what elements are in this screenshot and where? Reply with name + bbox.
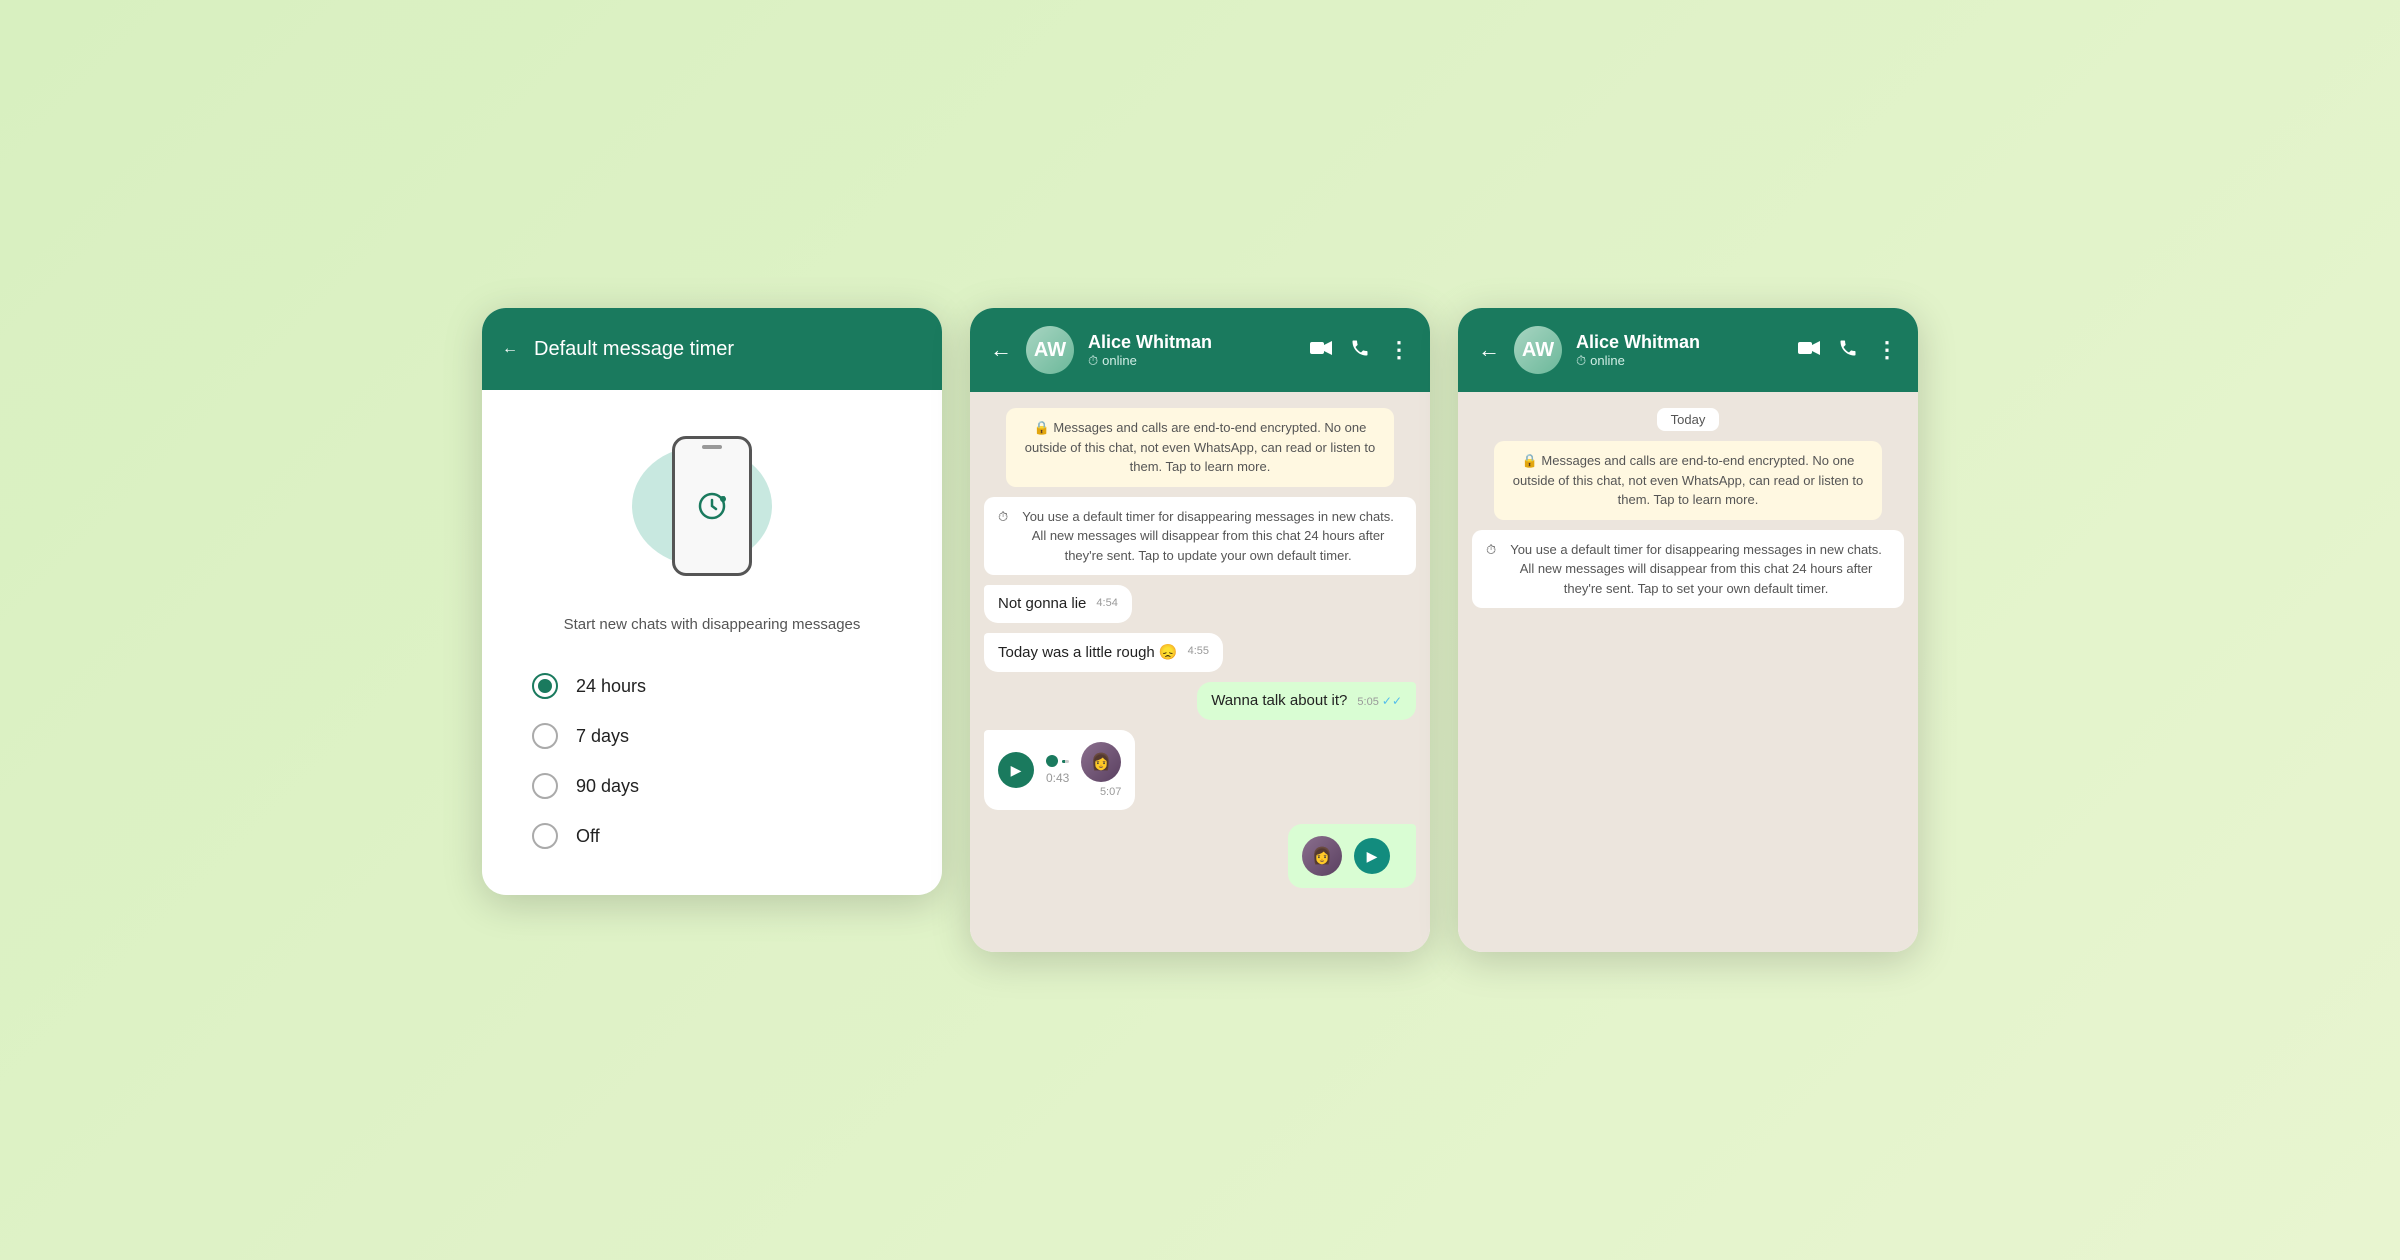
voice-avatar-image-1: 👩 (1081, 742, 1121, 782)
message-2-text: Today was a little rough 😞 (998, 644, 1178, 661)
disappear-notice-text-2: You use a default timer for disappearing… (1502, 540, 1890, 599)
timer-title: Default message timer (534, 338, 734, 361)
more-options-button-1[interactable]: ⋮ (1388, 339, 1410, 361)
option-7d-label: 7 days (576, 726, 629, 747)
message-2: Today was a little rough 😞 4:55 (984, 633, 1223, 672)
illustration-phone (672, 436, 752, 576)
avatar-placeholder-1: AW (1026, 326, 1074, 374)
timer-status-icon-1: ⏱ (1088, 353, 1098, 369)
timer-settings-screen: ← Default message timer Start new chats … (482, 308, 942, 895)
radio-off[interactable] (532, 823, 558, 849)
chat2-back-button[interactable]: ← (1478, 337, 1500, 363)
option-24h[interactable]: 24 hours (532, 673, 892, 699)
contact-info-1[interactable]: Alice Whitman ⏱ online (1088, 332, 1296, 369)
contact-name-2: Alice Whitman (1576, 332, 1784, 353)
option-off-label: Off (576, 826, 600, 847)
timer-clock-icon (696, 490, 728, 522)
more-options-button-2[interactable]: ⋮ (1876, 337, 1898, 363)
option-off[interactable]: Off (532, 823, 892, 849)
chat-header-1: ← AW Alice Whitman ⏱ online ⋮ (970, 308, 1430, 392)
radio-24h[interactable] (532, 673, 558, 699)
radio-7d[interactable] (532, 723, 558, 749)
voice-play-button-2[interactable]: ▶ (1354, 838, 1390, 874)
option-90d-label: 90 days (576, 776, 639, 797)
contact-status-2: ⏱ online (1576, 353, 1784, 369)
option-7d[interactable]: 7 days (532, 723, 892, 749)
status-text-2: online (1590, 353, 1625, 368)
contact-status-1: ⏱ online (1088, 353, 1296, 369)
video-call-button-2[interactable] (1798, 340, 1820, 361)
option-24h-label: 24 hours (576, 676, 646, 697)
disappear-notice-2[interactable]: ⏱ You use a default timer for disappeari… (1472, 530, 1904, 609)
timer-status-icon-2: ⏱ (1576, 353, 1586, 369)
voice-message-1[interactable]: ▶ 0:43 👩 5:07 (984, 730, 1135, 810)
timer-notice-icon-1: ⏱ (998, 507, 1008, 527)
message-3-time: 5:05 ✓✓ (1357, 694, 1402, 708)
waveform-container-1 (1046, 755, 1069, 767)
contact-info-2[interactable]: Alice Whitman ⏱ online (1576, 332, 1784, 369)
contact-name-1: Alice Whitman (1088, 332, 1296, 353)
timer-subtitle: Start new chats with disappearing messag… (564, 616, 861, 633)
video-call-button-1[interactable] (1310, 340, 1332, 361)
back-button[interactable]: ← (502, 340, 518, 358)
message-1-time: 4:54 (1096, 597, 1117, 609)
voice-avatar-2: 👩 (1302, 836, 1342, 876)
voice-avatar-image-2: 👩 (1302, 836, 1342, 876)
voice-time-1: 5:07 (1100, 786, 1121, 798)
message-2-time: 4:55 (1188, 645, 1209, 657)
message-1-text: Not gonna lie (998, 595, 1086, 612)
timer-illustration (622, 426, 802, 586)
contact-avatar-1[interactable]: AW (1026, 326, 1074, 374)
chat-body-1: 🔒 Messages and calls are end-to-end encr… (970, 392, 1430, 952)
timer-header: ← Default message timer (482, 308, 942, 390)
avatar-placeholder-2: AW (1514, 326, 1562, 374)
waveform-track-1 (1062, 760, 1069, 763)
chat-header-2: ← AW Alice Whitman ⏱ online ⋮ (1458, 308, 1918, 392)
chat1-back-button[interactable]: ← (990, 337, 1012, 363)
phone-call-button-2[interactable] (1838, 338, 1858, 363)
chat-body-2: Today 🔒 Messages and calls are end-to-en… (1458, 392, 1918, 952)
phone-call-button-1[interactable] (1350, 338, 1370, 363)
encryption-notice-2[interactable]: 🔒 Messages and calls are end-to-end encr… (1494, 441, 1883, 520)
chat-screen-1: ← AW Alice Whitman ⏱ online ⋮ (970, 308, 1430, 952)
encryption-notice-1[interactable]: 🔒 Messages and calls are end-to-end encr… (1006, 408, 1395, 487)
header-icons-2: ⋮ (1798, 337, 1898, 363)
voice-duration-1: 0:43 (1046, 771, 1069, 785)
today-badge: Today (1657, 408, 1720, 431)
voice-play-button-1[interactable]: ▶ (998, 752, 1034, 788)
screens-container: ← Default message timer Start new chats … (442, 268, 1958, 992)
option-90d[interactable]: 90 days (532, 773, 892, 799)
waveform-dot-1 (1046, 755, 1058, 767)
waveform-filled-1 (1062, 760, 1065, 763)
message-1: Not gonna lie 4:54 (984, 585, 1132, 623)
voice-message-2[interactable]: 👩 ▶ (1288, 824, 1416, 888)
header-icons-1: ⋮ (1310, 338, 1410, 363)
msg3-ticks: ✓✓ (1382, 694, 1402, 708)
msg3-time-val: 5:05 (1357, 696, 1378, 708)
timer-notice-icon-2: ⏱ (1486, 540, 1496, 560)
disappear-notice-1[interactable]: ⏱ You use a default timer for disappeari… (984, 497, 1416, 576)
radio-90d[interactable] (532, 773, 558, 799)
disappear-notice-text-1: You use a default timer for disappearing… (1014, 507, 1402, 566)
voice-avatar-1: 👩 (1081, 742, 1121, 782)
status-text-1: online (1102, 353, 1137, 368)
message-3-text: Wanna talk about it? (1211, 692, 1347, 709)
voice-waveform-1: 0:43 (1046, 755, 1069, 785)
radio-options: 24 hours 7 days 90 days Off (522, 663, 902, 859)
chat-screen-2: ← AW Alice Whitman ⏱ online ⋮ (1458, 308, 1918, 952)
contact-avatar-2[interactable]: AW (1514, 326, 1562, 374)
timer-body: Start new chats with disappearing messag… (482, 390, 942, 895)
message-3: Wanna talk about it? 5:05 ✓✓ (1197, 682, 1416, 720)
